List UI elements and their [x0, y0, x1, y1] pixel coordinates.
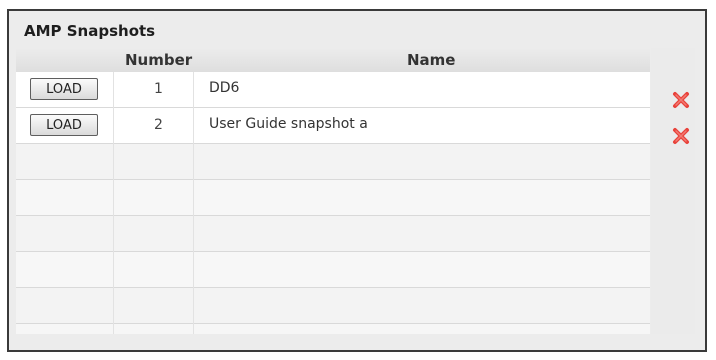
panel-title: AMP Snapshots: [24, 22, 156, 40]
column-divider: [113, 72, 114, 334]
delete-x-icon[interactable]: [672, 127, 690, 145]
load-button[interactable]: LOAD: [30, 114, 98, 136]
column-divider: [193, 72, 194, 334]
empty-row: [16, 216, 650, 252]
empty-row: [16, 180, 650, 216]
snapshots-table: Number Name LOAD 1 DD6 LOAD 2 User Guide…: [16, 48, 650, 334]
snapshot-name: User Guide snapshot a: [209, 116, 368, 132]
column-header-number: Number: [125, 51, 193, 69]
empty-row: [16, 252, 650, 288]
snapshot-name: DD6: [209, 80, 240, 96]
load-button[interactable]: LOAD: [30, 78, 98, 100]
table-header: Number Name: [16, 48, 650, 73]
table-row: LOAD 2 User Guide snapshot a: [16, 108, 650, 144]
snapshot-number: 1: [154, 81, 163, 97]
snapshot-number: 2: [154, 117, 163, 133]
empty-row: [16, 288, 650, 324]
column-header-name: Name: [407, 51, 456, 69]
table-row: LOAD 1 DD6: [16, 72, 650, 108]
empty-row: [16, 144, 650, 180]
delete-x-icon[interactable]: [672, 91, 690, 109]
